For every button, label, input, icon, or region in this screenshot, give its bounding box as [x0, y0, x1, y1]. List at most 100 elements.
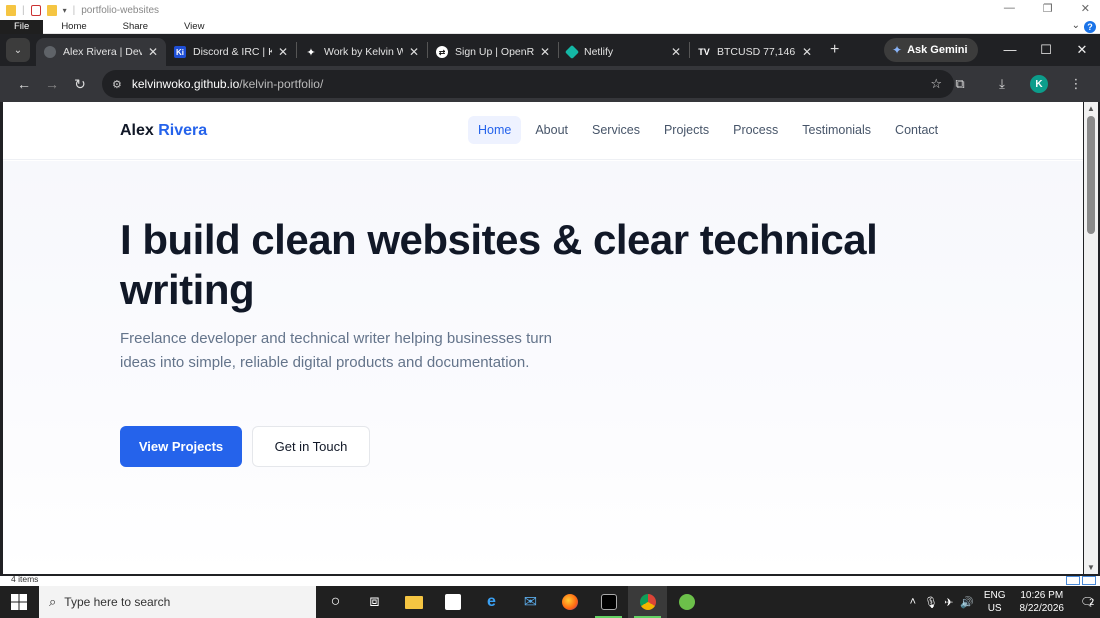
download-icon[interactable]: ⤓ — [988, 70, 1016, 98]
tab-title: BTCUSD 77,146 — [717, 46, 796, 58]
nav-projects[interactable]: Projects — [654, 116, 719, 144]
properties-icon[interactable] — [30, 4, 41, 16]
ribbon-collapse-icon[interactable]: ⌄ — [1072, 20, 1080, 31]
nav-contact[interactable]: Contact — [885, 116, 948, 144]
start-button[interactable] — [0, 586, 38, 618]
nav-testimonials[interactable]: Testimonials — [792, 116, 881, 144]
help-icon[interactable]: ? — [1084, 21, 1096, 33]
ribbon-tab-share[interactable]: Share — [105, 20, 166, 34]
tab-close-icon[interactable]: ✕ — [409, 45, 419, 59]
tab-search-dropdown-icon[interactable]: ⌄ — [6, 38, 30, 62]
toolbar-actions: ⧉ ⤓ K ⋮ — [946, 70, 1090, 98]
profile-avatar[interactable]: K — [1030, 75, 1048, 93]
nav-home[interactable]: Home — [468, 116, 522, 144]
scrollbar-thumb[interactable] — [1087, 116, 1095, 234]
compass-icon: ✦ — [306, 46, 316, 59]
nav-about[interactable]: About — [525, 116, 578, 144]
tab-title: Netlify — [584, 46, 614, 58]
explorer-window-top: | ▾ | portfolio-websites File Home Share… — [0, 0, 1100, 34]
scroll-up-icon[interactable]: ▲ — [1087, 104, 1095, 113]
volume-icon[interactable]: 🔊 — [958, 596, 976, 609]
new-folder-icon[interactable] — [46, 4, 57, 16]
tab-netlify[interactable]: Netlify ✕ — [559, 38, 689, 66]
terminal-app-icon[interactable] — [589, 586, 628, 618]
site-info-icon[interactable]: ⚙ — [112, 78, 122, 91]
taskbar-search[interactable]: ⌕ Type here to search — [39, 586, 316, 618]
windows-logo-icon — [11, 594, 27, 610]
ribbon-tab-home[interactable]: Home — [43, 20, 104, 34]
restore-icon[interactable]: ❐ — [1043, 2, 1053, 15]
tab-title: Discord & IRC | K — [193, 46, 272, 58]
scroll-down-icon[interactable]: ▼ — [1087, 563, 1095, 572]
quick-access-dropdown-icon[interactable]: ▾ — [63, 6, 67, 15]
chrome-window-controls: — ☐ ✕ — [992, 34, 1100, 66]
back-arrow-icon[interactable]: ← — [10, 70, 38, 98]
chevron-up-icon[interactable]: ˄ — [904, 596, 922, 608]
menu-kebab-icon[interactable]: ⋮ — [1062, 70, 1090, 98]
network-app-icon[interactable] — [667, 586, 706, 618]
page-scrollbar[interactable]: ▲ ▼ — [1084, 102, 1098, 574]
clock[interactable]: 10:26 PM 8/22/2026 — [1020, 589, 1065, 615]
separator: | — [22, 4, 25, 16]
large-icons-view-icon[interactable] — [1082, 576, 1096, 585]
tab-strip: ⌄ Alex Rivera | Dev ✕ Ki Discord & IRC |… — [0, 34, 1100, 66]
ask-gemini-button[interactable]: ✦ Ask Gemini — [884, 38, 978, 62]
brand-first-name: Alex — [120, 121, 154, 139]
mail-icon[interactable]: ✉ — [511, 586, 550, 618]
search-icon: ⌕ — [49, 594, 57, 609]
forward-arrow-icon[interactable]: → — [38, 70, 66, 98]
item-count: 4 items — [11, 574, 39, 584]
close-icon[interactable]: ✕ — [1081, 2, 1090, 15]
network-icon[interactable]: ✈ — [940, 596, 958, 609]
address-bar[interactable]: ⚙ kelvinwoko.github.io/kelvin-portfolio/… — [102, 70, 954, 98]
file-explorer-icon[interactable] — [394, 586, 433, 618]
tab-close-icon[interactable]: ✕ — [278, 45, 288, 59]
tab-btcusd[interactable]: TV BTCUSD 77,146 ✕ — [690, 38, 820, 66]
notification-count: 2 — [1089, 597, 1095, 607]
chrome-icon[interactable] — [628, 586, 667, 618]
tab-close-icon[interactable]: ✕ — [802, 45, 812, 59]
get-in-touch-button[interactable]: Get in Touch — [252, 426, 370, 467]
folder-icon — [6, 4, 16, 16]
search-placeholder: Type here to search — [64, 595, 171, 609]
ribbon-tab-view[interactable]: View — [166, 20, 222, 34]
task-view-icon[interactable]: ⧈ — [355, 586, 394, 618]
new-tab-icon[interactable]: + — [830, 41, 839, 59]
notifications-button[interactable]: 🗨 2 — [1074, 591, 1100, 613]
brand-logo[interactable]: Alex Rivera — [120, 122, 207, 140]
close-icon[interactable]: ✕ — [1064, 34, 1100, 66]
nav-services[interactable]: Services — [582, 116, 650, 144]
tab-title: Sign Up | OpenR — [455, 46, 534, 58]
maximize-icon[interactable]: ☐ — [1028, 34, 1064, 66]
edge-icon[interactable]: e — [472, 586, 511, 618]
tab-close-icon[interactable]: ✕ — [540, 45, 550, 59]
tab-title: Alex Rivera | Dev — [63, 46, 142, 58]
tab-alex-rivera[interactable]: Alex Rivera | Dev ✕ — [36, 38, 166, 66]
site-nav: Home About Services Projects Process Tes… — [468, 116, 948, 144]
extensions-icon[interactable]: ⧉ — [946, 70, 974, 98]
site-header: Alex Rivera Home About Services Projects… — [3, 102, 1083, 160]
microphone-icon[interactable]: 🎙 — [922, 596, 940, 609]
netlify-icon — [564, 44, 580, 60]
explorer-window-title: portfolio-websites — [81, 4, 160, 16]
minimize-icon[interactable]: — — [992, 34, 1028, 66]
tab-close-icon[interactable]: ✕ — [671, 45, 681, 59]
reload-icon[interactable]: ↻ — [66, 70, 94, 98]
clock-date: 8/22/2026 — [1019, 603, 1065, 614]
tab-openrouter[interactable]: ⇄ Sign Up | OpenR ✕ — [428, 38, 558, 66]
language-indicator[interactable]: ENG US — [984, 589, 1006, 615]
firefox-icon[interactable] — [550, 586, 589, 618]
tab-work-by-kelvin[interactable]: ✦ Work by Kelvin W ✕ — [297, 38, 427, 66]
view-projects-button[interactable]: View Projects — [120, 426, 242, 467]
bookmark-star-icon[interactable]: ☆ — [930, 76, 942, 92]
tab-close-icon[interactable]: ✕ — [148, 45, 158, 59]
ribbon-tab-file[interactable]: File — [0, 20, 44, 34]
store-icon[interactable] — [433, 586, 472, 618]
ki-icon: Ki — [174, 46, 186, 58]
nav-process[interactable]: Process — [723, 116, 788, 144]
minimize-icon[interactable]: — — [1004, 2, 1015, 15]
tab-discord-irc[interactable]: Ki Discord & IRC | K ✕ — [166, 38, 296, 66]
details-view-icon[interactable] — [1066, 576, 1080, 585]
taskbar-apps: ○ ⧈ e ✉ — [316, 586, 706, 618]
cortana-icon[interactable]: ○ — [316, 586, 355, 618]
